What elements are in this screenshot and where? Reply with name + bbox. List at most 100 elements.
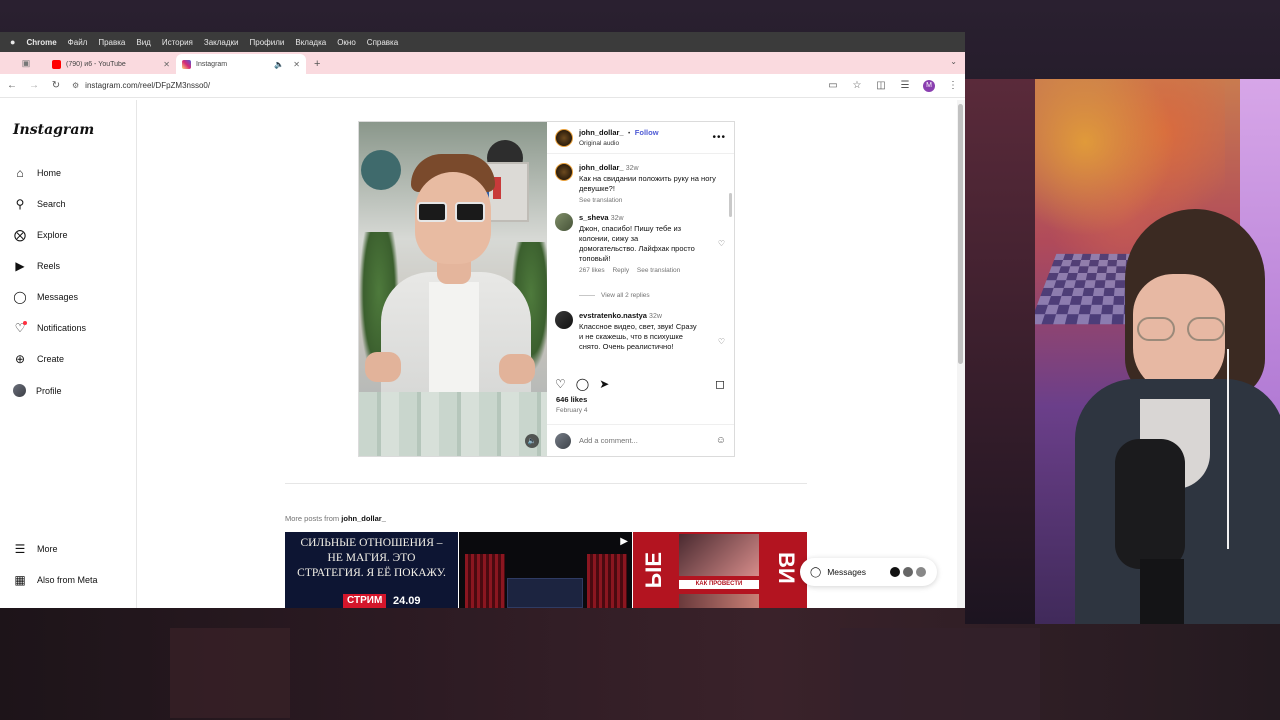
menu-history[interactable]: История [162, 38, 193, 47]
caption-username[interactable]: john_dollar_ [579, 163, 624, 172]
comment-likes[interactable]: 267 likes [579, 267, 605, 274]
nav-notifications[interactable]: ♡ Notifications [13, 321, 86, 335]
tab-youtube[interactable]: (790) и6 - YouTube ✕ [46, 54, 176, 74]
reel-video[interactable]: 🔈 [359, 122, 547, 456]
author-avatar[interactable] [555, 128, 573, 147]
close-tab-icon[interactable]: ✕ [163, 60, 170, 69]
bookmark-star-icon[interactable]: ☆ [851, 80, 863, 91]
nav-reels[interactable]: ▶ Reels [13, 259, 60, 273]
site-info-icon[interactable]: ⚙ [72, 81, 79, 90]
instagram-page: Instagram ⌂ Home ⚲ Search ⨂ Explore ▶ Re… [0, 100, 965, 608]
nav-profile[interactable]: Profile [13, 384, 62, 397]
nav-explore[interactable]: ⨂ Explore [13, 228, 68, 242]
menu-help[interactable]: Справка [367, 38, 398, 47]
url-text[interactable]: instagram.com/reel/DFpZM3nsso0/ [85, 81, 210, 90]
separator: • [628, 130, 631, 137]
more-posts-username[interactable]: john_dollar_ [341, 514, 386, 523]
scrollbar-thumb[interactable] [958, 104, 963, 364]
extensions-icon[interactable]: ◫ [875, 80, 887, 91]
search-icon: ⚲ [15, 197, 25, 211]
emoji-icon[interactable]: ☺ [716, 435, 726, 446]
menu-file[interactable]: Файл [68, 38, 88, 47]
post-date[interactable]: February 4 [556, 407, 587, 414]
nav-search[interactable]: ⚲ Search [13, 197, 66, 211]
menu-chrome[interactable]: Chrome [26, 38, 56, 47]
media-controls-icon[interactable]: ☰ [899, 80, 911, 91]
share-icon[interactable]: ➤ [599, 377, 609, 391]
tab-strip: ▣ (790) и6 - YouTube ✕ Instagram 🔈 ✕ + ⌄ [0, 52, 965, 74]
like-comment-icon[interactable]: ♡ [718, 239, 725, 248]
tab-instagram[interactable]: Instagram 🔈 ✕ [176, 54, 306, 74]
likes-count[interactable]: 646 likes [556, 395, 587, 404]
menu-window[interactable]: Окно [337, 38, 356, 47]
bookmark-icon[interactable]: ◻ [715, 377, 725, 391]
comment-item: s_sheva 32w Джон, спасибо! Пишу тебе из … [555, 213, 725, 276]
audio-label[interactable]: Original audio [579, 139, 706, 149]
heart-icon: ♡ [14, 321, 27, 335]
author-username[interactable]: john_dollar_ [579, 128, 624, 137]
view-replies-link[interactable]: View all 2 replies [579, 292, 650, 299]
menu-tab[interactable]: Вкладка [295, 38, 326, 47]
thumbnail-decor [679, 534, 759, 576]
nav-more[interactable]: ☰ More [13, 542, 58, 556]
address-bar[interactable]: ⚙ instagram.com/reel/DFpZM3nsso0/ [72, 77, 817, 95]
section-divider [285, 483, 807, 484]
menu-bookmarks[interactable]: Закладки [204, 38, 239, 47]
tab-search-icon[interactable]: ▣ [6, 52, 46, 74]
my-avatar [555, 432, 571, 449]
nav-home[interactable]: ⌂ Home [13, 166, 61, 180]
nav-also-from-meta[interactable]: ▦ Also from Meta [13, 573, 98, 587]
like-comment-icon[interactable]: ♡ [718, 337, 725, 346]
post-thumbnail[interactable]: ЫЕ КАК ПРОВЕСТИ ВИ [633, 532, 807, 608]
reload-icon[interactable]: ↻ [50, 80, 62, 91]
commenter-avatar[interactable] [555, 311, 573, 329]
webcam-background [965, 79, 1035, 624]
caption-time: 32w [625, 165, 639, 172]
reply-button[interactable]: Reply [612, 267, 629, 274]
messages-button[interactable]: ◯ Messages [800, 558, 937, 586]
back-icon[interactable]: ← [6, 80, 18, 91]
menu-edit[interactable]: Правка [98, 38, 125, 47]
tab-list-icon[interactable]: ⌄ [950, 57, 957, 66]
see-translation-link[interactable]: See translation [579, 197, 622, 204]
mute-icon[interactable]: 🔈 [525, 434, 539, 448]
instagram-sidebar: Instagram ⌂ Home ⚲ Search ⨂ Explore ▶ Re… [0, 100, 137, 608]
post-sidebar: john_dollar_ • Follow Original audio ••• [547, 122, 734, 456]
see-translation-link[interactable]: See translation [637, 267, 680, 274]
like-icon[interactable]: ♡ [555, 377, 566, 391]
commenter-avatar[interactable] [555, 213, 573, 231]
comment-icon[interactable]: ◯ [576, 377, 589, 391]
nav-messages[interactable]: ◯ Messages [13, 290, 78, 304]
menu-profiles[interactable]: Профили [250, 38, 285, 47]
profile-avatar[interactable]: M [923, 79, 935, 92]
messages-label: Messages [827, 567, 866, 577]
page-scrollbar[interactable] [957, 100, 965, 608]
chrome-menu-icon[interactable]: ⋮ [947, 80, 959, 91]
menu-view[interactable]: Вид [136, 38, 150, 47]
comment-username[interactable]: s_sheva [579, 213, 609, 222]
nav-create[interactable]: ⊕ Create [13, 352, 64, 366]
video-decor [361, 150, 401, 190]
new-tab-button[interactable]: + [306, 54, 328, 74]
streamer [1137, 317, 1227, 341]
forward-icon[interactable]: → [28, 80, 40, 91]
author-avatar[interactable] [555, 163, 573, 181]
apple-icon[interactable]: ● [10, 37, 15, 47]
close-tab-icon[interactable]: ✕ [293, 60, 300, 69]
speaker-icon[interactable]: 🔈 [274, 60, 284, 69]
comment-input[interactable]: Add a comment... [579, 436, 708, 445]
install-app-icon[interactable]: ▭ [827, 80, 839, 91]
instagram-logo[interactable]: Instagram [13, 122, 94, 138]
nav-label: Also from Meta [37, 575, 98, 585]
microphone [1115, 439, 1185, 569]
thumbnail-text: ВИ [774, 552, 799, 584]
comments-scrollbar[interactable] [729, 193, 732, 217]
comment-username[interactable]: evstratenko.nastya [579, 311, 647, 320]
follow-button[interactable]: Follow [635, 128, 659, 137]
post-thumbnail[interactable]: СИЛЬНЫЕ ОТНОШЕНИЯ – НЕ МАГИЯ. ЭТО СТРАТЕ… [285, 532, 458, 608]
post-thumbnail[interactable]: ▶ [459, 532, 632, 608]
thumbnail-decor [679, 594, 759, 608]
more-options-icon[interactable]: ••• [712, 132, 726, 143]
stream-date: 24.09 [393, 595, 421, 607]
nav-label: Messages [37, 292, 79, 302]
